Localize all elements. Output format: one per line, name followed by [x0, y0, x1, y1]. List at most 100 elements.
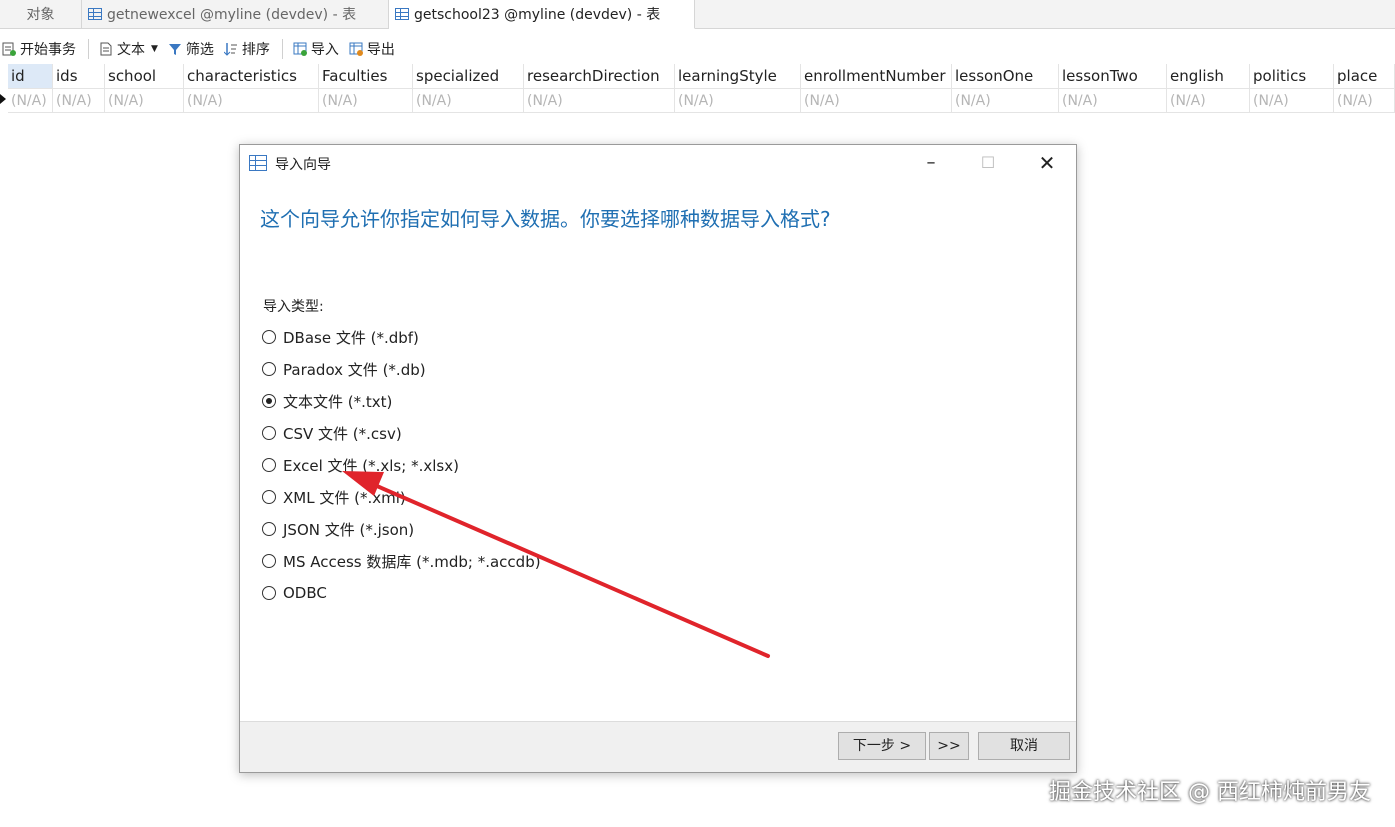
last-step-button[interactable]: >> [929, 732, 969, 760]
column-header[interactable]: specialized [413, 64, 524, 89]
option-json[interactable]: JSON 文件 (*.json) [262, 518, 414, 540]
table-cell[interactable]: (N/A) [801, 89, 952, 113]
tab-bar: 对象 getnewexcel @myline (devdev) - 表 gets… [0, 0, 1395, 29]
column-header[interactable]: learningStyle [675, 64, 801, 89]
import-button[interactable]: 导入 [293, 39, 339, 59]
import-label: 导入 [310, 42, 339, 58]
option-label: DBase 文件 (*.dbf) [283, 328, 419, 347]
table-icon [395, 8, 409, 20]
cancel-button[interactable]: 取消 [978, 732, 1070, 760]
toolbar: 开始事务 文本 ▼ 筛选 排序 导入 导出 [0, 36, 1395, 62]
option-label: JSON 文件 (*.json) [283, 520, 415, 539]
radio-button[interactable] [262, 330, 276, 344]
data-grid: id ids school characteristics Faculties … [0, 64, 1395, 114]
option-label: CSV 文件 (*.csv) [283, 424, 402, 443]
dialog-footer: 下一步 > >> 取消 [240, 721, 1076, 772]
tab-getnewexcel[interactable]: getnewexcel @myline (devdev) - 表 [82, 0, 389, 28]
column-header[interactable]: researchDirection [524, 64, 675, 89]
column-header[interactable]: lessonTwo [1059, 64, 1167, 89]
filter-label: 筛选 [185, 42, 214, 58]
toolbar-divider [281, 39, 283, 59]
column-header[interactable]: english [1167, 64, 1250, 89]
next-button[interactable]: 下一步 > [838, 732, 926, 760]
sort-button[interactable]: 排序 [223, 39, 270, 59]
table-cell[interactable]: (N/A) [1167, 89, 1250, 113]
column-header[interactable]: politics [1250, 64, 1334, 89]
option-dbase[interactable]: DBase 文件 (*.dbf) [262, 326, 419, 348]
radio-button[interactable] [262, 426, 276, 440]
export-label: 导出 [366, 42, 395, 58]
radio-button-selected[interactable] [262, 394, 276, 408]
import-type-label: 导入类型: [263, 299, 324, 315]
sort-label: 排序 [241, 42, 270, 58]
column-header[interactable]: lessonOne [952, 64, 1059, 89]
option-xml[interactable]: XML 文件 (*.xml) [262, 486, 406, 508]
filter-button[interactable]: 筛选 [168, 39, 214, 59]
document-icon [100, 42, 112, 56]
table-cell[interactable]: (N/A) [413, 89, 524, 113]
option-paradox[interactable]: Paradox 文件 (*.db) [262, 358, 426, 380]
table-icon [88, 8, 102, 20]
tab-getschool23[interactable]: getschool23 @myline (devdev) - 表 [389, 0, 695, 29]
import-icon [293, 42, 307, 56]
option-label: Paradox 文件 (*.db) [283, 360, 426, 379]
column-header[interactable]: id [8, 64, 53, 89]
radio-button[interactable] [262, 586, 276, 600]
text-button[interactable]: 文本 ▼ [99, 39, 158, 59]
tab-objects[interactable]: 对象 [0, 0, 82, 28]
option-label: Excel 文件 (*.xls; *.xlsx) [283, 456, 459, 475]
minimize-button[interactable]: – [916, 151, 946, 175]
table-cell[interactable]: (N/A) [675, 89, 801, 113]
import-wizard-icon [249, 155, 267, 171]
option-text[interactable]: 文本文件 (*.txt) [262, 390, 392, 412]
tab-label: getschool23 @myline (devdev) - 表 [414, 7, 661, 23]
tab-label: getnewexcel @myline (devdev) - 表 [107, 7, 357, 23]
table-cell[interactable]: (N/A) [53, 89, 105, 113]
radio-button[interactable] [262, 362, 276, 376]
column-header[interactable]: characteristics [184, 64, 319, 89]
radio-button[interactable] [262, 554, 276, 568]
filter-icon [168, 44, 181, 55]
export-button[interactable]: 导出 [349, 39, 395, 59]
begin-transaction-label: 开始事务 [20, 42, 76, 58]
radio-button[interactable] [262, 522, 276, 536]
watermark: 掘金技术社区 @ 西红柿炖前男友 [1049, 780, 1371, 805]
current-row-indicator-icon [0, 94, 6, 104]
radio-button[interactable] [262, 490, 276, 504]
table-cell[interactable]: (N/A) [1334, 89, 1395, 113]
maximize-button[interactable]: ☐ [973, 151, 1003, 175]
table-cell[interactable]: (N/A) [1250, 89, 1334, 113]
table-cell[interactable]: (N/A) [105, 89, 184, 113]
import-wizard-dialog: 导入向导 – ☐ ✕ 这个向导允许你指定如何导入数据。你要选择哪种数据导入格式?… [239, 144, 1077, 773]
radio-button[interactable] [262, 458, 276, 472]
option-ms-access[interactable]: MS Access 数据库 (*.mdb; *.accdb) [262, 550, 541, 572]
dropdown-arrow-icon[interactable]: ▼ [151, 44, 158, 54]
column-header[interactable]: ids [53, 64, 105, 89]
column-header[interactable]: place [1334, 64, 1395, 89]
table-cell[interactable]: (N/A) [8, 89, 53, 113]
close-button[interactable]: ✕ [1032, 151, 1062, 175]
dialog-titlebar[interactable]: 导入向导 – ☐ ✕ [240, 145, 1076, 181]
export-icon [349, 42, 363, 56]
option-excel[interactable]: Excel 文件 (*.xls; *.xlsx) [262, 454, 459, 476]
table-cell[interactable]: (N/A) [319, 89, 413, 113]
option-label: MS Access 数据库 (*.mdb; *.accdb) [283, 552, 541, 571]
text-label: 文本 [117, 42, 145, 58]
toolbar-divider [88, 39, 89, 59]
sort-icon [223, 43, 237, 56]
option-csv[interactable]: CSV 文件 (*.csv) [262, 422, 402, 444]
option-label: XML 文件 (*.xml) [283, 488, 406, 507]
option-label: ODBC [283, 584, 327, 602]
column-header[interactable]: school [105, 64, 184, 89]
table-cell[interactable]: (N/A) [952, 89, 1059, 113]
option-odbc[interactable]: ODBC [262, 582, 327, 604]
table-cell[interactable]: (N/A) [184, 89, 319, 113]
begin-transaction-button[interactable]: 开始事务 [2, 39, 76, 59]
dialog-title: 导入向导 [275, 157, 331, 173]
table-cell[interactable]: (N/A) [1059, 89, 1167, 113]
column-header[interactable]: enrollmentNumber [801, 64, 952, 89]
transaction-icon [2, 42, 16, 56]
table-cell[interactable]: (N/A) [524, 89, 675, 113]
column-header[interactable]: Faculties [319, 64, 413, 89]
option-label: 文本文件 (*.txt) [283, 392, 393, 411]
